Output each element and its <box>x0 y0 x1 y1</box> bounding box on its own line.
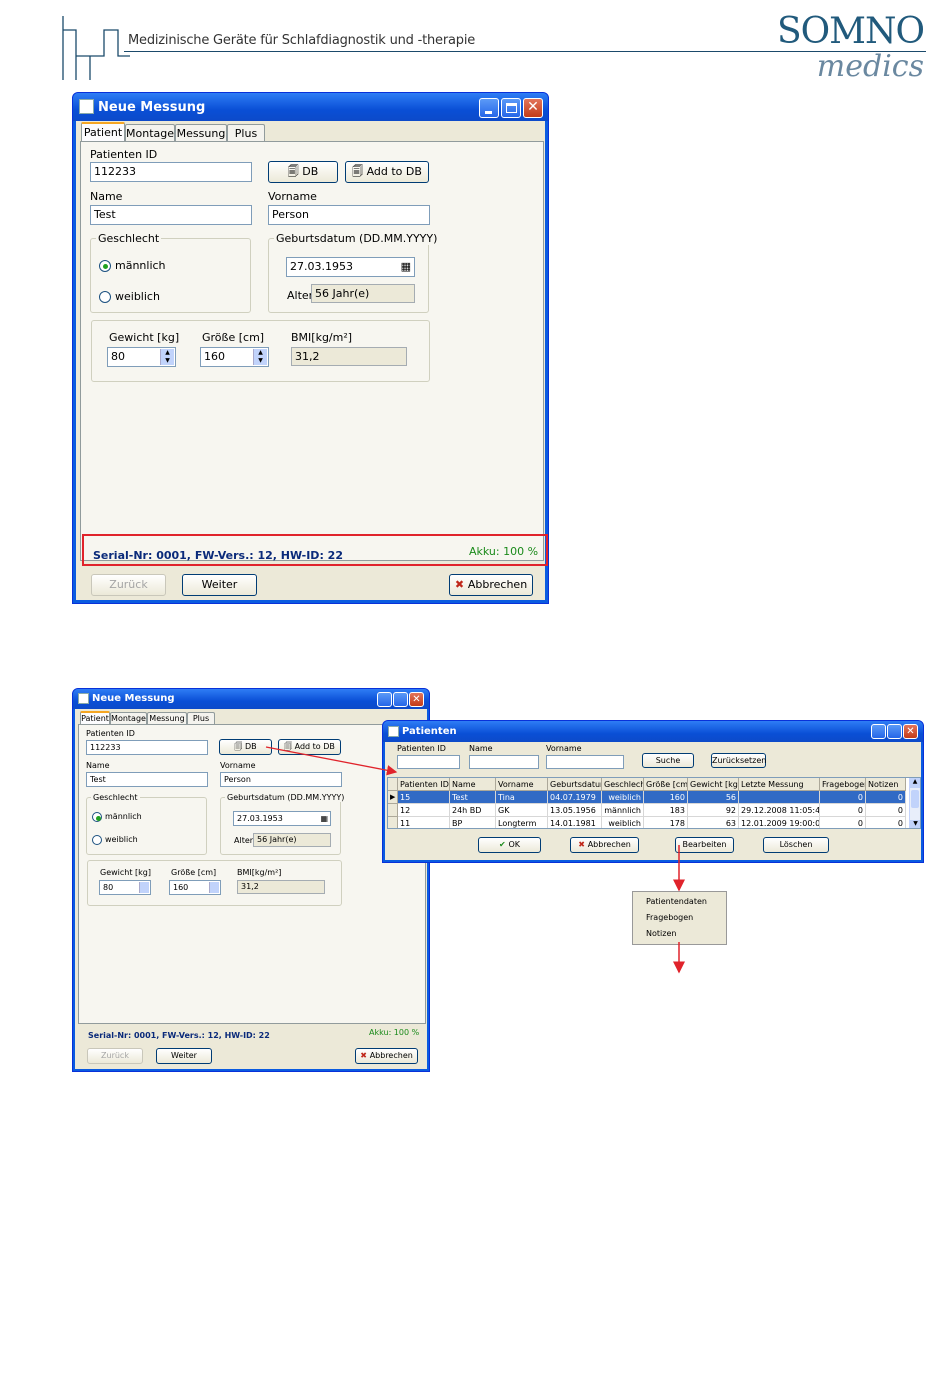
arrow-db-to-patients <box>265 746 398 776</box>
annotation-arrows <box>265 746 685 974</box>
